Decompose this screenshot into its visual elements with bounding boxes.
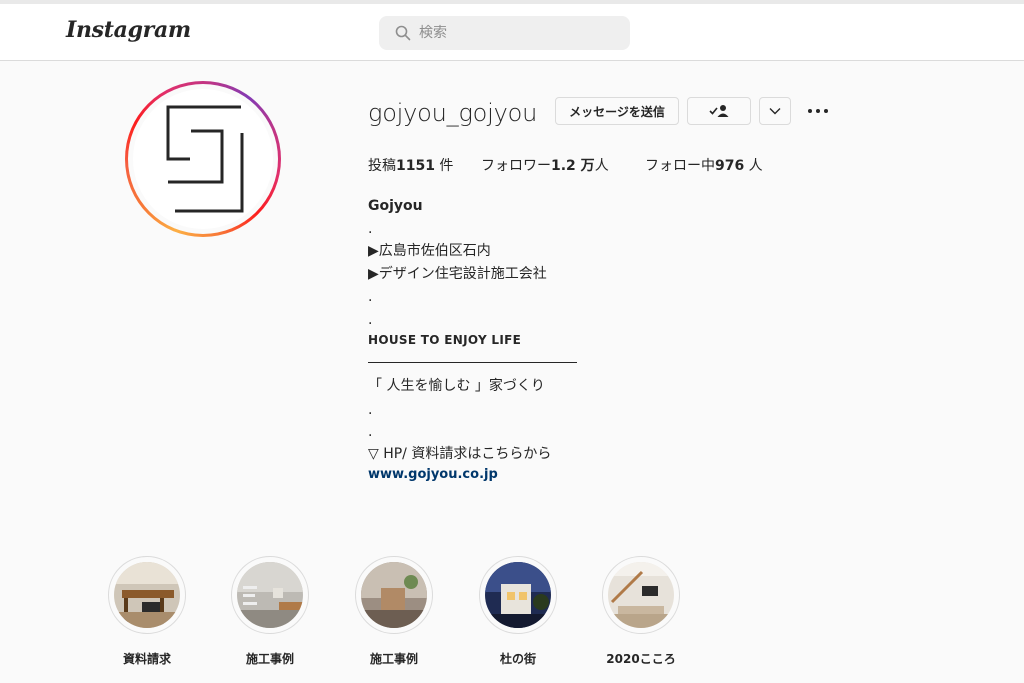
suggestions-dropdown-button[interactable]: [759, 97, 791, 125]
highlight-ring: [231, 556, 309, 634]
bio-catchphrase: 「 人生を愉しむ 」家づくり: [368, 378, 545, 394]
highlight-thumbnail: [485, 562, 551, 628]
gojyou-g-logo: [166, 105, 244, 213]
highlight-ring: [602, 556, 680, 634]
bio-dot: .: [368, 289, 373, 305]
top-nav: Instagram: [0, 4, 1024, 61]
highlight-ring: [108, 556, 186, 634]
posts-value: 1151: [396, 158, 435, 174]
bio-dot: .: [368, 312, 373, 328]
chevron-down-icon: [769, 108, 781, 115]
highlight-thumbnail: [114, 562, 180, 628]
highlight-item[interactable]: 施工事例: [355, 556, 433, 667]
highlight-thumbnail: [361, 562, 427, 628]
following-count[interactable]: フォロー中976 人: [645, 155, 763, 175]
highlight-item[interactable]: 資料請求: [108, 556, 186, 667]
bio-business: ▶デザイン住宅設計施工会社: [368, 266, 547, 282]
person-check-icon: [709, 105, 729, 117]
highlight-item[interactable]: 杜の街: [479, 556, 557, 667]
bio-hp-note: ▽ HP/ 資料請求はこちらから: [368, 446, 552, 462]
highlight-item[interactable]: 施工事例: [231, 556, 309, 667]
following-label: フォロー中: [645, 158, 715, 174]
posts-unit: 件: [434, 158, 454, 174]
highlight-item[interactable]: 2020こころ: [602, 556, 680, 667]
followers-unit: 人: [594, 158, 609, 174]
followers-count[interactable]: フォロワー1.2 万人: [481, 155, 609, 175]
bio-display-name: Gojyou: [368, 198, 423, 214]
bio-dot: .: [368, 424, 373, 440]
highlight-ring: [355, 556, 433, 634]
search-input[interactable]: [419, 16, 619, 50]
search-icon: [395, 25, 411, 41]
bio-website-link[interactable]: www.gojyou.co.jp: [368, 467, 498, 482]
ellipsis-icon: [808, 109, 828, 113]
following-button[interactable]: [687, 97, 751, 125]
bio-location: ▶広島市佐伯区石内: [368, 243, 491, 259]
following-unit: 人: [744, 158, 763, 174]
posts-count: 投稿1151 件: [368, 155, 453, 175]
more-options-button[interactable]: [806, 103, 830, 119]
highlight-label: 資料請求: [122, 652, 171, 666]
bio-dot: .: [368, 221, 373, 237]
profile-avatar[interactable]: [125, 81, 281, 237]
instagram-logo[interactable]: Instagram: [66, 17, 191, 43]
highlight-label: 2020こころ: [606, 652, 676, 666]
message-button[interactable]: メッセージを送信: [555, 97, 679, 125]
following-value: 976: [715, 158, 745, 174]
avatar-logo-image: [133, 89, 273, 229]
followers-label: フォロワー: [481, 158, 551, 174]
bio-tagline: HOUSE TO ENJOY LIFE: [368, 333, 522, 347]
highlight-thumbnail: [237, 562, 303, 628]
highlight-label: 施工事例: [245, 652, 294, 666]
highlight-label: 施工事例: [369, 652, 418, 666]
profile-username: gojyou_gojyou: [368, 99, 538, 127]
highlight-label: 杜の街: [499, 652, 536, 666]
posts-label: 投稿: [368, 158, 396, 174]
followers-value: 1.2 万: [551, 158, 595, 174]
bio-divider: [368, 362, 577, 363]
bio-dot: .: [368, 402, 373, 418]
highlight-ring: [479, 556, 557, 634]
highlight-thumbnail: [608, 562, 674, 628]
avatar-ring-gap: [128, 84, 278, 234]
search-box[interactable]: [379, 16, 630, 50]
